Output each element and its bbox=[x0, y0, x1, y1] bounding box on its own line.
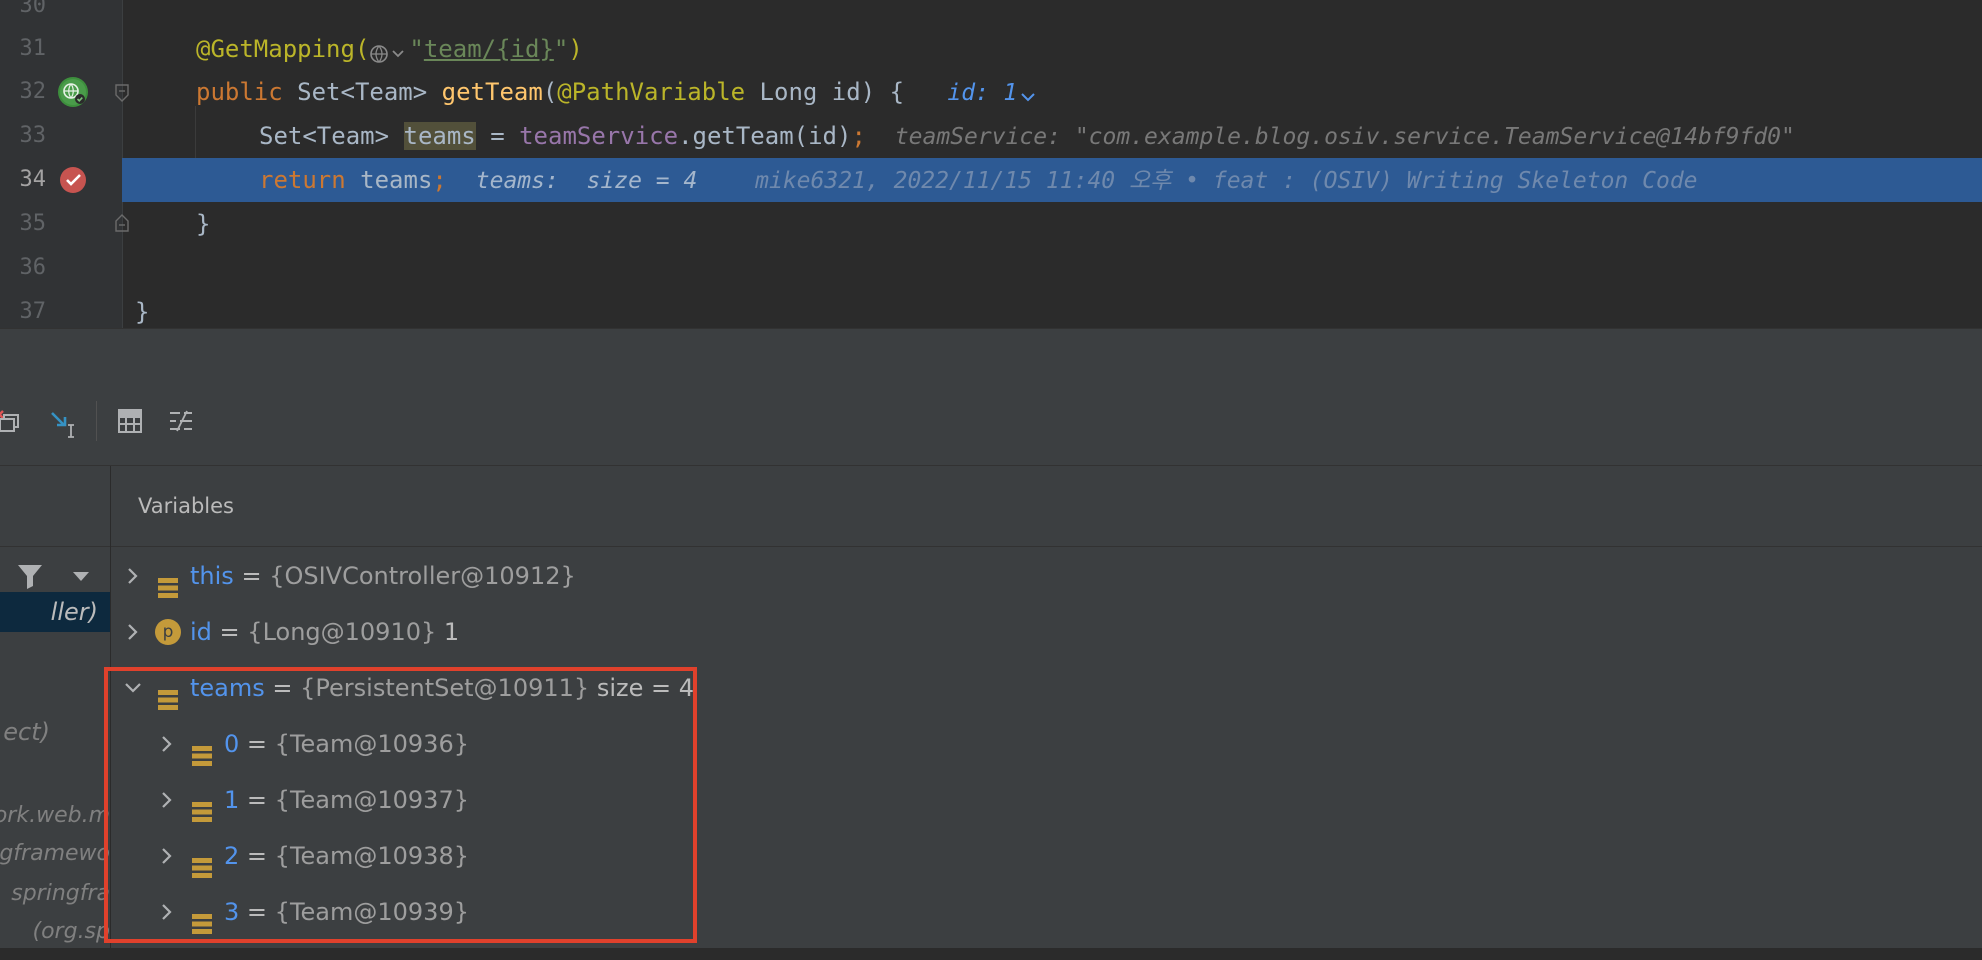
frame-label: ller) bbox=[50, 598, 98, 626]
toolbar-separator bbox=[96, 401, 97, 441]
variables-title: Variables bbox=[138, 494, 234, 518]
method-params: Long id) { bbox=[745, 78, 905, 106]
code-line-31[interactable]: 31 @GetMapping( "team/{id}") bbox=[0, 27, 1982, 71]
code-line-30[interactable]: 30 bbox=[0, 0, 1982, 28]
frame-item[interactable]: ect) bbox=[0, 712, 110, 752]
variable-row[interactable]: p id = {Long@10910} 1 bbox=[111, 604, 1982, 660]
line-number: 34 bbox=[19, 167, 47, 192]
line-number: 36 bbox=[19, 255, 47, 280]
breakpoint-icon[interactable] bbox=[58, 165, 88, 195]
method-call: .getTeam(id) bbox=[678, 122, 852, 150]
string-quote: " bbox=[409, 35, 424, 63]
debug-toolbar bbox=[0, 381, 1982, 466]
frame-item[interactable]: springfra bbox=[0, 874, 110, 914]
line-number: 35 bbox=[19, 211, 47, 236]
semicolon: ; bbox=[432, 166, 447, 194]
chevron-down-icon[interactable] bbox=[1017, 79, 1039, 103]
frame-item[interactable]: (org.sp bbox=[0, 912, 110, 948]
code-line-33[interactable]: 33 Set<Team> teams = teamService.getTeam… bbox=[0, 114, 1982, 158]
inline-value: 1 bbox=[1003, 80, 1018, 106]
code-text[interactable]: return teams; teams: size = 4 mike6321, … bbox=[259, 158, 1698, 202]
variable-extra: 1 bbox=[443, 618, 460, 646]
variable-name: this bbox=[190, 562, 234, 590]
string-quote: " bbox=[553, 35, 569, 63]
fold-end-icon[interactable] bbox=[114, 214, 130, 232]
code-line-32[interactable]: 32 public Set<Team> getTeam(@PathVariabl… bbox=[0, 70, 1982, 114]
settings-list-icon[interactable] bbox=[167, 407, 197, 437]
frames-header bbox=[0, 466, 110, 547]
frame-label: springfra bbox=[11, 881, 110, 906]
line-number: 33 bbox=[19, 123, 47, 148]
line-number: 30 bbox=[19, 0, 47, 18]
frame-item[interactable]: ork.web.m bbox=[0, 796, 110, 836]
variable-value: {Long@10910} bbox=[247, 618, 437, 646]
line-number: 37 bbox=[19, 299, 47, 324]
frame-item[interactable]: gframewo bbox=[0, 834, 110, 874]
equals-sign: = bbox=[219, 618, 240, 646]
semicolon: ; bbox=[851, 122, 866, 150]
request-mapping-icon[interactable] bbox=[58, 77, 88, 107]
frames-panel[interactable]: ller) ect) ork.web.m gframewo springfra … bbox=[0, 466, 111, 948]
keyword: public bbox=[196, 78, 283, 106]
local-type: Set<Team> bbox=[259, 122, 404, 150]
method-name: getTeam bbox=[441, 78, 543, 106]
code-text[interactable]: @GetMapping( "team/{id}") bbox=[196, 27, 583, 71]
inline-debug-value: teamService: "com.example.blog.osiv.serv… bbox=[894, 124, 1795, 150]
field-icon bbox=[157, 564, 179, 598]
chevron-right-icon[interactable] bbox=[123, 548, 143, 604]
variables-header: Variables bbox=[111, 466, 1982, 547]
annotation-pathvariable: @PathVariable bbox=[557, 78, 746, 106]
annotation-getmapping: @GetMapping( bbox=[196, 35, 370, 63]
paren: ) bbox=[568, 35, 583, 63]
variable-value: {OSIVController@10912} bbox=[269, 562, 576, 590]
frame-label: ect) bbox=[3, 718, 50, 746]
variable-teams[interactable]: teams bbox=[403, 122, 476, 150]
equals-sign: = bbox=[241, 562, 262, 590]
code-line-34-current[interactable]: 34 return teams; teams: size = 4 mike632… bbox=[0, 158, 1982, 202]
code-line-37[interactable]: 37 } bbox=[0, 290, 1982, 328]
git-blame-annotation: mike6321, 2022/11/15 11:40 오후 • feat : (… bbox=[755, 168, 1698, 194]
inline-value-name: id: bbox=[947, 80, 989, 106]
code-line-35[interactable]: 35 } bbox=[0, 202, 1982, 246]
inline-debug-value: teams: size = 4 bbox=[475, 168, 698, 194]
frame-label: gframewo bbox=[0, 841, 110, 866]
evaluate-expression-icon[interactable] bbox=[116, 407, 146, 437]
fold-marker-icon[interactable] bbox=[114, 84, 130, 102]
return-type: Set<Team> bbox=[282, 78, 442, 106]
field-teamservice: teamService bbox=[519, 122, 679, 150]
step-into-cursor-icon[interactable] bbox=[48, 407, 78, 438]
line-number: 31 bbox=[19, 36, 47, 61]
highlight-box bbox=[104, 667, 697, 943]
code-text[interactable]: Set<Team> teams = teamService.getTeam(id… bbox=[259, 114, 1795, 158]
variable-text: id = {Long@10910} 1 bbox=[190, 604, 459, 660]
drop-frame-icon[interactable] bbox=[0, 407, 24, 437]
code-text[interactable]: public Set<Team> getTeam(@PathVariable L… bbox=[196, 70, 1039, 114]
return-expr: teams bbox=[345, 166, 433, 194]
url-path-link[interactable]: team/{id} bbox=[424, 35, 554, 63]
frame-label: ork.web.m bbox=[0, 803, 110, 828]
variable-row[interactable]: this = {OSIVController@10912} bbox=[111, 548, 1982, 604]
code-line-36[interactable]: 36 bbox=[0, 246, 1982, 290]
dropdown-arrow-icon[interactable] bbox=[70, 566, 92, 586]
paren: ( bbox=[542, 78, 558, 106]
tool-window-header[interactable] bbox=[0, 328, 1982, 382]
chevron-right-icon[interactable] bbox=[123, 604, 143, 660]
frame-item[interactable]: ller) bbox=[0, 592, 110, 632]
filter-icon[interactable] bbox=[16, 562, 44, 590]
variable-text: this = {OSIVController@10912} bbox=[190, 548, 576, 604]
frame-label: (org.sp bbox=[32, 919, 110, 944]
parameter-icon: p bbox=[155, 619, 181, 645]
keyword-return: return bbox=[259, 166, 346, 194]
code-editor[interactable]: 30 31 @GetMapping( "team/{id}") 32 public… bbox=[0, 0, 1982, 328]
variable-name: id bbox=[190, 618, 212, 646]
globe-icon[interactable] bbox=[369, 36, 409, 63]
closing-brace: } bbox=[196, 210, 211, 238]
closing-brace: } bbox=[135, 298, 150, 326]
line-number: 32 bbox=[19, 79, 47, 104]
assign-op: = bbox=[475, 122, 520, 150]
